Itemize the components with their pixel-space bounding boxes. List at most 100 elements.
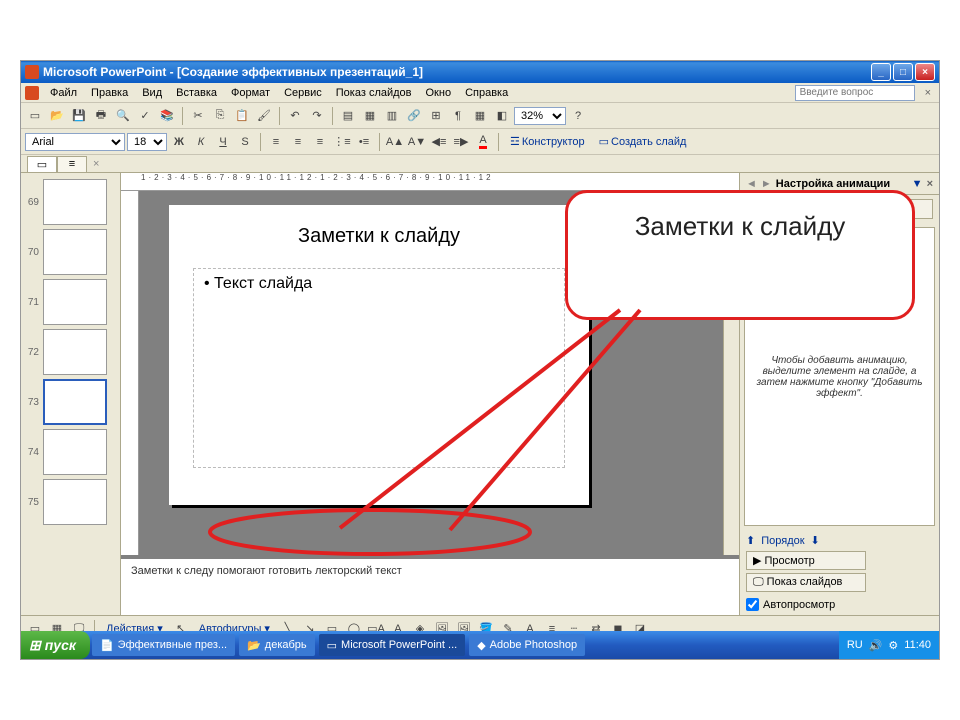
table-icon[interactable]: ▦ bbox=[360, 106, 380, 126]
order-down-icon[interactable]: ⬇ bbox=[811, 534, 820, 547]
menu-slideshow[interactable]: Показ слайдов bbox=[329, 85, 419, 101]
preview-button[interactable]: ▶ Просмотр bbox=[746, 551, 866, 570]
menu-view[interactable]: Вид bbox=[135, 85, 169, 101]
maximize-button[interactable]: □ bbox=[893, 63, 913, 81]
save-icon[interactable]: 💾 bbox=[69, 106, 89, 126]
color-icon[interactable]: ◧ bbox=[492, 106, 512, 126]
taskbar-item-1[interactable]: 📂 декабрь bbox=[239, 634, 315, 656]
vertical-ruler bbox=[121, 191, 139, 555]
close-button[interactable]: × bbox=[915, 63, 935, 81]
thumb-74[interactable] bbox=[43, 429, 107, 475]
font-select[interactable]: Arial bbox=[25, 133, 125, 151]
slide-title[interactable]: Заметки к слайду bbox=[193, 225, 565, 248]
thumb-75[interactable] bbox=[43, 479, 107, 525]
show-formatting-icon[interactable]: ¶ bbox=[448, 106, 468, 126]
notes-pane[interactable]: Заметки к следу помогают готовить лектор… bbox=[121, 555, 739, 615]
format-painter-icon[interactable]: 🖌 bbox=[254, 106, 274, 126]
slide-body[interactable]: Текст слайда bbox=[193, 268, 565, 468]
tp-dropdown[interactable]: ▼ bbox=[912, 178, 923, 190]
start-button[interactable]: ⊞ пуск bbox=[21, 631, 90, 659]
numbering-icon[interactable]: ⋮≡ bbox=[332, 132, 352, 152]
doc-close-button[interactable]: × bbox=[921, 87, 935, 99]
tp-close[interactable]: × bbox=[927, 178, 933, 190]
slide-canvas-area[interactable]: Заметки к слайду Текст слайда bbox=[139, 191, 723, 555]
grid-icon[interactable]: ▦ bbox=[470, 106, 490, 126]
view-tabs: ▭ ≡ × bbox=[21, 155, 939, 173]
tray-lang[interactable]: RU bbox=[847, 639, 863, 651]
print-icon[interactable]: 🖶 bbox=[91, 106, 111, 126]
tab-close[interactable]: × bbox=[93, 158, 99, 170]
shadow-icon[interactable]: S bbox=[235, 132, 255, 152]
order-up-icon[interactable]: ⬆ bbox=[746, 534, 755, 547]
bold-icon[interactable]: Ж bbox=[169, 132, 189, 152]
tp-back-icon[interactable]: ◄ bbox=[746, 178, 757, 190]
thumb-72[interactable] bbox=[43, 329, 107, 375]
align-left-icon[interactable]: ≡ bbox=[266, 132, 286, 152]
horizontal-ruler: 1·2·3·4·5·6·7·8·9·10·11·12·1·2·3·4·5·6·7… bbox=[121, 173, 739, 191]
menu-file[interactable]: Файл bbox=[43, 85, 84, 101]
systray: RU 🔊 ⚙ 11:40 bbox=[839, 631, 939, 659]
new-slide-button[interactable]: ▭ Создать слайд bbox=[593, 135, 693, 148]
ask-question-input[interactable] bbox=[795, 85, 915, 101]
tray-icon2[interactable]: ⚙ bbox=[888, 639, 898, 652]
chart-icon[interactable]: ▤ bbox=[338, 106, 358, 126]
research-icon[interactable]: 📚 bbox=[157, 106, 177, 126]
increase-font-icon[interactable]: A▲ bbox=[385, 132, 405, 152]
task-pane: ◄ ► Настройка анимации ▼ × ⚡ Добавить эф… bbox=[739, 173, 939, 615]
open-icon[interactable]: 📂 bbox=[47, 106, 67, 126]
decrease-font-icon[interactable]: A▼ bbox=[407, 132, 427, 152]
designer-button[interactable]: ☲ Конструктор bbox=[504, 135, 591, 148]
align-center-icon[interactable]: ≡ bbox=[288, 132, 308, 152]
thumb-69[interactable] bbox=[43, 179, 107, 225]
help-icon[interactable]: ? bbox=[568, 106, 588, 126]
decrease-indent-icon[interactable]: ◀≡ bbox=[429, 132, 449, 152]
taskbar-item-0[interactable]: 📄 Эффективные през... bbox=[92, 634, 235, 656]
align-right-icon[interactable]: ≡ bbox=[310, 132, 330, 152]
menu-help[interactable]: Справка bbox=[458, 85, 515, 101]
taskbar-item-3[interactable]: ◆ Adobe Photoshop bbox=[469, 634, 585, 656]
menu-insert[interactable]: Вставка bbox=[169, 85, 224, 101]
tp-order-row: ⬆ Порядок ⬇ bbox=[746, 534, 933, 547]
copy-icon[interactable]: ⎘ bbox=[210, 106, 230, 126]
menu-format[interactable]: Формат bbox=[224, 85, 277, 101]
tray-icon[interactable]: 🔊 bbox=[869, 639, 883, 652]
hyperlink-icon[interactable]: 🔗 bbox=[404, 106, 424, 126]
bullets-icon[interactable]: •≡ bbox=[354, 132, 374, 152]
autopreview-checkbox[interactable]: Автопросмотр bbox=[746, 598, 933, 611]
thumb-71[interactable] bbox=[43, 279, 107, 325]
tp-fwd-icon[interactable]: ► bbox=[761, 178, 772, 190]
slide-bullet: Текст слайда bbox=[204, 275, 554, 293]
size-select[interactable]: 18 bbox=[127, 133, 167, 151]
increase-indent-icon[interactable]: ≡▶ bbox=[451, 132, 471, 152]
undo-icon[interactable]: ↶ bbox=[285, 106, 305, 126]
app-window: Microsoft PowerPoint - [Создание эффекти… bbox=[20, 60, 940, 660]
vertical-scrollbar[interactable] bbox=[723, 191, 739, 555]
italic-icon[interactable]: К bbox=[191, 132, 211, 152]
menu-window[interactable]: Окно bbox=[419, 85, 459, 101]
underline-icon[interactable]: Ч bbox=[213, 132, 233, 152]
minimize-button[interactable]: _ bbox=[871, 63, 891, 81]
edit-pane: 1·2·3·4·5·6·7·8·9·10·11·12·1·2·3·4·5·6·7… bbox=[121, 173, 739, 615]
menu-tools[interactable]: Сервис bbox=[277, 85, 329, 101]
font-color-icon[interactable]: A bbox=[473, 132, 493, 152]
menu-edit[interactable]: Правка bbox=[84, 85, 135, 101]
slideshow-button[interactable]: 🖵 Показ слайдов bbox=[746, 573, 866, 592]
cut-icon[interactable]: ✂ bbox=[188, 106, 208, 126]
preview-icon[interactable]: 🔍 bbox=[113, 106, 133, 126]
thumbnail-pane: 69 70 71 72 73 74 75 bbox=[21, 173, 121, 615]
redo-icon[interactable]: ↷ bbox=[307, 106, 327, 126]
tables-borders-icon[interactable]: ▥ bbox=[382, 106, 402, 126]
spell-icon[interactable]: ✓ bbox=[135, 106, 155, 126]
add-effect-button[interactable]: ⚡ Добавить эффект ▼ bbox=[746, 199, 933, 219]
thumb-73[interactable] bbox=[43, 379, 107, 425]
taskbar-item-2[interactable]: ▭ Microsoft PowerPoint ... bbox=[319, 634, 466, 656]
expand-icon[interactable]: ⊞ bbox=[426, 106, 446, 126]
tab-outline[interactable]: ≡ bbox=[57, 156, 87, 172]
zoom-select[interactable]: 32% bbox=[514, 107, 566, 125]
slide[interactable]: Заметки к слайду Текст слайда bbox=[169, 205, 589, 505]
paste-icon[interactable]: 📋 bbox=[232, 106, 252, 126]
new-icon[interactable]: ▭ bbox=[25, 106, 45, 126]
notes-text: Заметки к следу помогают готовить лектор… bbox=[131, 565, 402, 577]
tab-slides[interactable]: ▭ bbox=[27, 156, 57, 172]
thumb-70[interactable] bbox=[43, 229, 107, 275]
